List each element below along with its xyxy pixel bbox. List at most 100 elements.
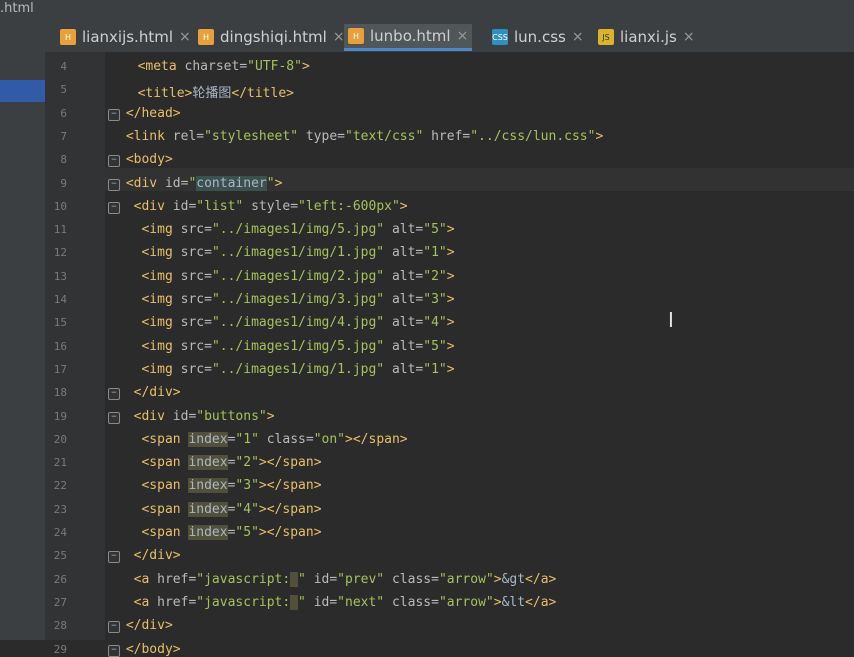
code-token: "javascript:	[196, 571, 291, 587]
code-token: 轮播图	[192, 86, 232, 102]
code-token: "arrow"	[438, 571, 494, 587]
code-token: src=	[180, 315, 212, 331]
code-line[interactable]: </div>	[134, 385, 181, 400]
code-line[interactable]: </div>	[134, 548, 181, 563]
fold-marker-icon[interactable]: −	[108, 155, 120, 168]
code-token: <link	[125, 128, 173, 144]
code-line[interactable]: <div id="container">	[126, 175, 282, 191]
code-line[interactable]: <img src="../images1/img/3.jpg" alt="3">	[141, 292, 454, 307]
code-token: </title>	[231, 86, 294, 102]
code-token: "stylesheet"	[204, 128, 306, 144]
code-token: index	[188, 478, 228, 494]
tab-lianxi-js[interactable]: JS lianxi.js ×	[594, 24, 699, 50]
tab-label: lianxi.js	[620, 28, 677, 46]
tab-label: lianxijs.html	[82, 28, 173, 46]
close-icon[interactable]: ×	[179, 29, 191, 45]
tab-lunbo-html[interactable]: H lunbo.html ×	[344, 24, 473, 51]
close-icon[interactable]: ×	[683, 29, 695, 45]
line-number: 10	[53, 199, 67, 213]
fold-marker-icon[interactable]: −	[108, 621, 120, 634]
code-token: "on"	[313, 431, 346, 447]
code-token: >	[446, 315, 455, 331]
code-line[interactable]: <div id="buttons">	[134, 409, 275, 424]
fold-marker-icon[interactable]: −	[108, 551, 120, 564]
code-token: >	[446, 222, 455, 238]
code-token: "	[298, 594, 314, 610]
code-token: <img	[141, 292, 181, 307]
code-line[interactable]: <img src="../images1/img/4.jpg" alt="4">	[141, 315, 454, 330]
code-token: "buttons"	[196, 408, 267, 424]
code-token: "3"	[235, 478, 259, 494]
code-line[interactable]: <span index="3"></span>	[141, 478, 322, 494]
code-line[interactable]: <span index="1" class="on"></span>	[141, 431, 408, 447]
fold-marker-icon[interactable]: −	[108, 388, 120, 401]
tab-dingshiqi-html[interactable]: H dingshiqi.html ×	[194, 24, 349, 50]
tab-lianxijs-html[interactable]: H lianxijs.html ×	[56, 24, 195, 50]
line-number: 23	[53, 502, 67, 516]
code-token: <a	[133, 594, 158, 610]
code-token: "1"	[423, 361, 447, 377]
code-line[interactable]: <link rel="stylesheet" type="text/css" h…	[126, 129, 603, 144]
code-line[interactable]: <img src="../images1/img/1.jpg" alt="1">	[141, 245, 454, 260]
code-line[interactable]: </body>	[126, 642, 181, 657]
css-file-icon: CSS	[492, 29, 508, 45]
title-strip: .html	[0, 0, 854, 22]
code-line[interactable]: <span index="4"></span>	[141, 501, 322, 517]
code-line[interactable]: <span index="5"></span>	[141, 525, 322, 540]
line-number: 15	[53, 316, 67, 330]
code-token: "4"	[423, 315, 447, 331]
fold-marker-icon[interactable]: −	[108, 411, 120, 424]
code-token: ></span>	[345, 431, 408, 447]
code-token	[290, 594, 299, 610]
fold-marker-icon[interactable]: −	[108, 201, 120, 214]
code-token: </a>	[525, 594, 557, 610]
code-token: alt=	[391, 361, 424, 377]
html-file-icon: H	[348, 28, 364, 44]
code-token: </div>	[133, 548, 181, 564]
line-number: 7	[60, 129, 67, 143]
line-number: 18	[53, 386, 67, 400]
code-token: >	[301, 59, 310, 74]
code-line[interactable]: <a href="javascript: " id="next" class="…	[133, 594, 557, 610]
code-token: "1"	[235, 431, 267, 447]
code-line[interactable]: <meta charset="UTF-8">	[138, 59, 310, 74]
close-icon[interactable]: ×	[572, 29, 584, 45]
code-line[interactable]: <img src="../images1/img/5.jpg" alt="5">	[141, 339, 454, 354]
code-token: class=	[391, 571, 439, 587]
code-line[interactable]: </div>	[126, 618, 173, 633]
code-line[interactable]: <img src="../images1/img/2.jpg" alt="2">	[141, 269, 454, 284]
close-icon[interactable]: ×	[333, 29, 345, 45]
project-sidebar[interactable]	[0, 52, 45, 640]
line-number: 8	[60, 153, 67, 167]
code-token: <title>	[137, 86, 193, 102]
code-token: <div	[133, 198, 173, 214]
line-number: 4	[60, 60, 67, 73]
code-line[interactable]: <body>	[126, 152, 173, 167]
fold-marker-icon[interactable]: −	[108, 178, 120, 191]
code-token: src=	[180, 222, 212, 238]
line-number: 16	[53, 339, 67, 353]
line-number: 12	[53, 246, 67, 260]
code-line[interactable]: <a href="javascript: " id="prev" class="…	[134, 571, 556, 587]
code-line[interactable]: <span index="2"></span>	[141, 455, 322, 471]
fold-marker-icon[interactable]: −	[108, 108, 120, 121]
html-file-icon: H	[60, 29, 76, 45]
code-line[interactable]: <title>轮播图</title>	[138, 82, 294, 101]
tab-lun-css[interactable]: CSS lun.css ×	[488, 24, 588, 50]
close-icon[interactable]: ×	[457, 28, 469, 44]
sidebar-selected-item[interactable]	[0, 80, 45, 102]
code-token: style=	[251, 198, 299, 214]
code-token: "3"	[423, 292, 447, 307]
code-line[interactable]: </head>	[126, 106, 181, 121]
code-line[interactable]: <div id="list" style="left:-600px">	[134, 199, 408, 214]
code-token: index	[188, 501, 228, 517]
code-token: alt=	[391, 222, 424, 238]
code-token: "5"	[423, 338, 447, 354]
code-token: "UTF-8"	[247, 59, 302, 74]
code-token: >	[399, 198, 408, 214]
tab-label: dingshiqi.html	[220, 28, 327, 46]
fold-marker-icon[interactable]: −	[108, 644, 120, 657]
code-line[interactable]: <img src="../images1/img/5.jpg" alt="5">	[141, 222, 454, 237]
code-line[interactable]: <img src="../images1/img/1.jpg" alt="1">	[141, 362, 454, 377]
code-token: "1"	[423, 245, 447, 261]
